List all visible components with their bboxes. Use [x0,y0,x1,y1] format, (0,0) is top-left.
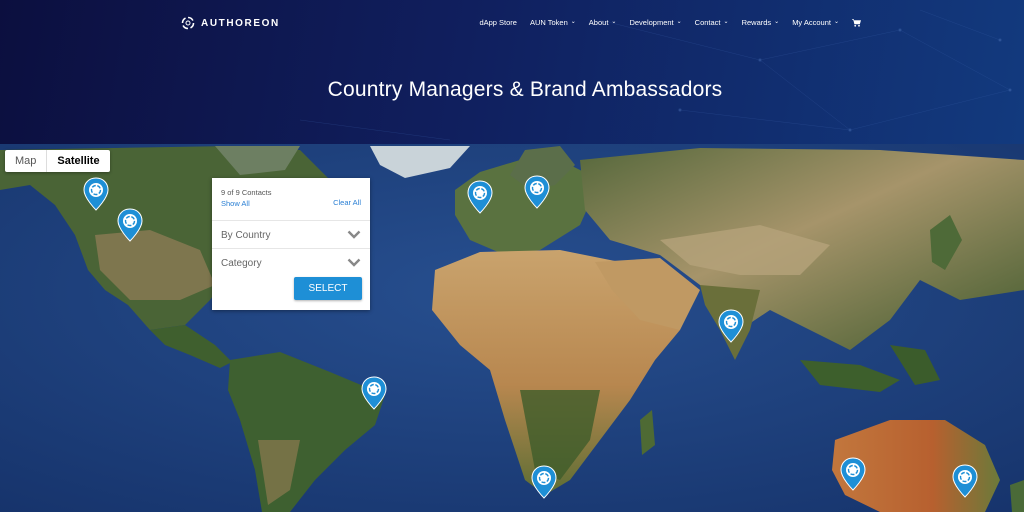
chevron-down-icon [347,230,361,239]
filter-by-country-label: By Country [221,230,271,241]
chevron-down-icon: ⌄ [774,18,780,25]
map-marker-pin[interactable] [467,180,493,214]
map-marker-pin[interactable] [718,309,744,343]
map-marker-pin[interactable] [524,175,550,209]
nav-item-dapp-store[interactable]: dApp Store [479,18,517,27]
nav-item-rewards[interactable]: Rewards ⌄ [742,18,780,27]
contacts-count: 9 of 9 Contacts [221,188,272,197]
chevron-down-icon: ⌄ [676,18,682,25]
show-all-link[interactable]: Show All [221,199,250,208]
page: AUTHOREON dApp Store AUN Token ⌄ About ⌄ D… [0,0,1024,512]
chevron-down-icon: ⌄ [833,18,839,25]
main-nav: dApp Store AUN Token ⌄ About ⌄ Development… [479,18,861,27]
nav-label: Contact [694,18,721,27]
map-type-satellite-button[interactable]: Satellite [46,150,109,172]
nav-item-development[interactable]: Development ⌄ [629,18,681,27]
map-marker-pin[interactable] [952,464,978,498]
nav-item-about[interactable]: About ⌄ [589,18,617,27]
chevron-down-icon [347,258,361,267]
nav-item-contact[interactable]: Contact ⌄ [695,18,729,27]
filter-category[interactable]: Category [212,248,370,276]
chevron-down-icon: ⌄ [611,18,617,25]
chevron-down-icon: ⌄ [570,18,576,25]
nav-label: Rewards [741,18,772,27]
authoreon-logo-icon [181,16,195,30]
map-marker-pin[interactable] [531,465,557,499]
page-title: Country Managers & Brand Ambassadors [327,78,723,101]
map-marker-pin[interactable] [117,208,143,242]
nav-label: dApp Store [479,18,517,27]
world-map[interactable] [0,144,1024,512]
cart-button[interactable] [852,18,861,27]
nav-label: About [588,18,609,27]
clear-all-link[interactable]: Clear All [333,198,361,207]
map-marker-pin[interactable] [83,177,109,211]
contacts-filter-panel: 9 of 9 Contacts Show All Clear All By Co… [212,178,370,310]
nav-item-my-account[interactable]: My Account ⌄ [792,18,839,27]
satellite-map-imagery [0,144,1024,512]
nav-label: Development [629,18,674,27]
filter-by-country[interactable]: By Country [212,220,370,248]
map-marker-pin[interactable] [361,376,387,410]
select-button[interactable]: SELECT [294,277,362,300]
logo[interactable]: AUTHOREON [181,16,280,30]
hero-header: AUTHOREON dApp Store AUN Token ⌄ About ⌄ D… [0,0,1024,144]
logo-text: AUTHOREON [201,17,280,29]
nav-label: AUN Token [529,18,568,27]
filter-category-label: Category [221,258,262,269]
map-type-control: Map Satellite [5,150,110,172]
map-marker-pin[interactable] [840,457,866,491]
nav-label: My Account [792,18,831,27]
nav-item-aun-token[interactable]: AUN Token ⌄ [530,18,576,27]
chevron-down-icon: ⌄ [723,18,729,25]
map-type-map-button[interactable]: Map [5,150,46,172]
cart-icon [852,18,861,27]
